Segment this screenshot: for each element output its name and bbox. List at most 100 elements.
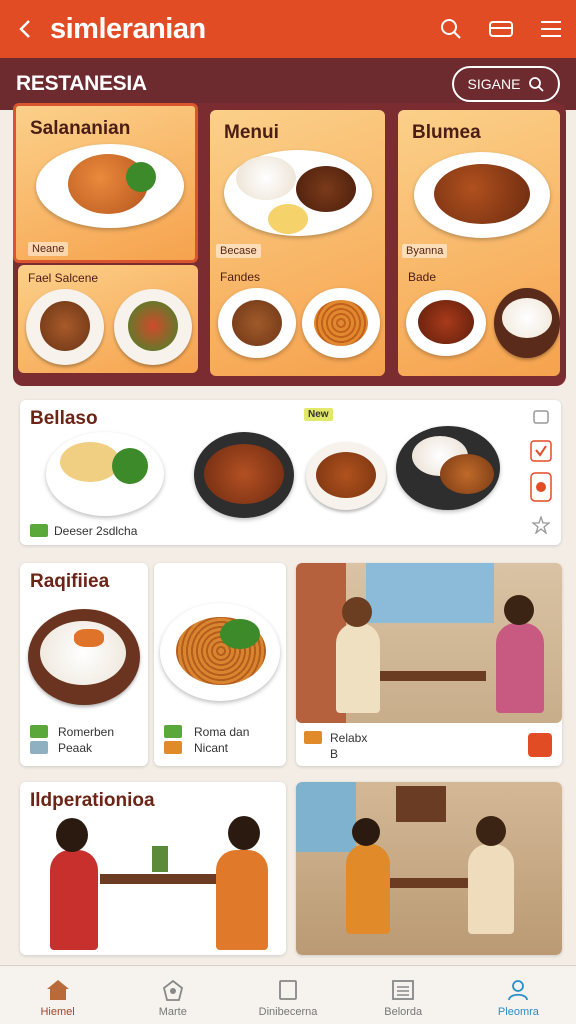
leaf-icon — [164, 725, 182, 738]
dish-food — [418, 300, 474, 344]
tag-icon — [164, 741, 182, 754]
share-icon[interactable] — [532, 408, 550, 426]
menu-card-blumea[interactable]: Blumea Byanna Bade — [398, 110, 560, 376]
menu-card-title: Blumea — [412, 122, 481, 143]
section-search-label: SIGANE — [467, 76, 521, 92]
bottom-navigation: Hiemel Marte Dinibecerna Belorda Pleomra — [0, 965, 576, 1024]
menu-card-tag: Byanna — [402, 244, 448, 258]
menu-card-title: Menui — [224, 122, 279, 143]
dish-food — [316, 452, 376, 498]
nav-item-dining[interactable]: Dinibecerna — [230, 966, 345, 1024]
menu-card-sub-salcene[interactable]: Fael Salcene — [18, 265, 198, 373]
nav-item-home[interactable]: Hiemel — [0, 966, 115, 1024]
card-line2: Nicant — [194, 741, 229, 755]
menu-card-tag: Becase — [216, 244, 261, 258]
map-icon — [162, 979, 183, 1001]
plant — [152, 846, 168, 872]
menu-card-salananian[interactable]: Salananian Neane — [13, 103, 198, 263]
person-right — [468, 844, 514, 934]
dish-rice — [502, 298, 552, 338]
profile-icon — [508, 980, 529, 1001]
card-line1: Relabx — [330, 731, 368, 745]
dining-scene-image — [296, 563, 562, 723]
nav-label: Hiemel — [40, 1006, 75, 1018]
dish-garnish — [126, 162, 156, 192]
leaf-icon — [30, 524, 48, 537]
tag-icon — [30, 741, 48, 754]
person-right — [216, 850, 268, 950]
dining-scene-image — [296, 782, 562, 955]
dining-scene-card-2[interactable] — [296, 782, 562, 955]
new-badge: New — [304, 408, 333, 421]
chevron-left-icon — [19, 20, 30, 38]
nav-item-orders[interactable]: Belorda — [346, 966, 461, 1024]
bookmark-button[interactable] — [528, 733, 552, 757]
card-title: Ildperationioa — [30, 790, 155, 811]
person-left — [346, 844, 390, 934]
cart-add-icon[interactable] — [530, 472, 552, 502]
section-search-button[interactable]: SIGANE — [452, 66, 560, 102]
top-app-bar: simleranian — [0, 0, 576, 58]
nav-label: Marte — [158, 1006, 187, 1018]
section-title: RESTANESIA — [16, 72, 147, 95]
basket-icon — [489, 21, 513, 37]
dish-food — [296, 166, 356, 212]
dining-illustration — [20, 816, 286, 955]
dish-garnish — [74, 629, 104, 647]
card-line1: Roma dan — [194, 725, 250, 739]
menu-card-subtitle: Fandes — [220, 270, 261, 284]
nav-item-profile[interactable]: Pleomra — [461, 966, 576, 1024]
cart-button[interactable] — [476, 0, 526, 58]
dish-food — [434, 164, 530, 224]
dish-food — [40, 301, 90, 351]
menu-card-menui[interactable]: Menui Becase Fandes — [210, 110, 385, 376]
dish-rice — [236, 156, 296, 200]
back-button[interactable] — [0, 0, 50, 58]
person-right-head — [228, 816, 260, 850]
table — [376, 671, 486, 681]
app-root: simleranian RESTANESIA SIGANE Salananian… — [0, 0, 576, 1024]
card-line2: B — [330, 747, 339, 761]
dish-card-roma[interactable]: Roma dan Nicant — [154, 563, 286, 766]
window — [366, 563, 494, 623]
dish-food — [204, 444, 284, 504]
featured-title: Bellaso — [30, 408, 98, 429]
menu-card-title: Salananian — [30, 118, 131, 139]
search-button[interactable] — [426, 0, 476, 58]
nav-label: Dinibecerna — [258, 1006, 318, 1018]
person-left — [336, 623, 380, 713]
card-line1: Romerben — [58, 725, 115, 739]
person-left — [50, 850, 98, 950]
person-left-head — [352, 818, 380, 846]
person-right-head — [504, 595, 534, 625]
list-icon — [392, 980, 415, 1000]
dish-food — [232, 300, 282, 346]
dish-garnish — [220, 619, 260, 649]
heart-icon[interactable] — [530, 440, 552, 462]
dish-food — [60, 442, 120, 482]
dining-scene-card[interactable]: Relabx B — [296, 563, 562, 766]
leaf-icon — [30, 725, 48, 738]
dish-side — [268, 204, 308, 234]
table — [100, 874, 220, 884]
home-icon — [46, 980, 69, 1000]
tag-icon — [304, 731, 322, 744]
featured-card[interactable]: Bellaso New Deeser 2sdlcha — [20, 400, 561, 545]
nav-label: Belorda — [384, 1006, 423, 1018]
card-line2: Peaak — [58, 741, 93, 755]
person-left-head — [342, 597, 372, 627]
nav-label: Pleomra — [497, 1006, 539, 1018]
nav-item-map[interactable]: Marte — [115, 966, 230, 1024]
app-title: simleranian — [50, 12, 206, 45]
person-left-head — [56, 818, 88, 852]
person-right-head — [476, 816, 506, 846]
person-right — [496, 623, 544, 713]
star-icon[interactable] — [532, 516, 550, 534]
menu-button[interactable] — [526, 0, 576, 58]
window — [296, 782, 356, 852]
menu-card-subtitle: Fael Salcene — [28, 271, 99, 285]
dining-card-ildperationioa[interactable]: Ildperationioa — [20, 782, 286, 955]
featured-caption: Deeser 2sdlcha — [54, 524, 138, 538]
dish-noodles — [314, 300, 368, 346]
dish-card-raqifiiea[interactable]: Raqifiiea Romerben Peaak — [20, 563, 148, 766]
